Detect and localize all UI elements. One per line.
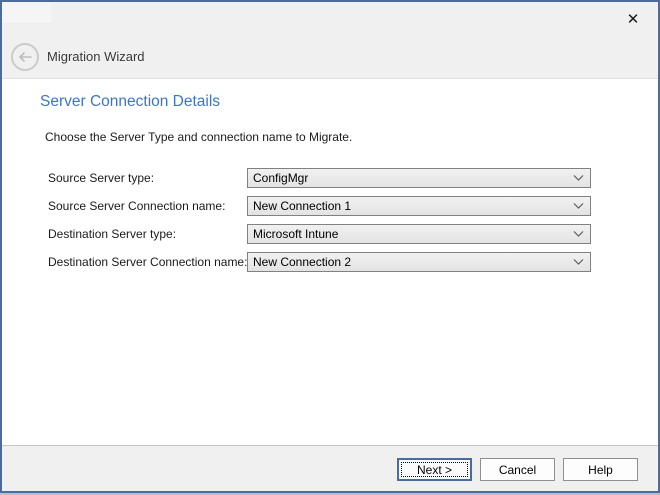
wizard-title: Migration Wizard <box>47 49 145 64</box>
dropdown-selected-value: New Connection 1 <box>248 199 351 213</box>
chevron-down-icon <box>573 203 584 210</box>
dropdown-selected-value: Microsoft Intune <box>248 227 338 241</box>
source-connection-name-dropdown[interactable]: New Connection 1 <box>247 196 591 216</box>
back-arrow-icon <box>18 52 32 62</box>
screen: ✕ Migration Wizard Server Connection Det… <box>0 0 660 495</box>
dropdown-selected-value: New Connection 2 <box>248 255 351 269</box>
migration-wizard-window: ✕ Migration Wizard Server Connection Det… <box>0 0 660 493</box>
destination-connection-name-dropdown[interactable]: New Connection 2 <box>247 252 591 272</box>
wizard-content: Server Connection Details Choose the Ser… <box>2 79 658 445</box>
cancel-button[interactable]: Cancel <box>480 458 555 481</box>
dropdown-selected-value: ConfigMgr <box>248 171 308 185</box>
field-row-source-connection-name: Source Server Connection name: New Conne… <box>2 196 658 216</box>
source-server-type-label: Source Server type: <box>48 168 154 188</box>
destination-server-type-dropdown[interactable]: Microsoft Intune <box>247 224 591 244</box>
chevron-down-icon <box>573 175 584 182</box>
close-button[interactable]: ✕ <box>614 5 652 32</box>
close-icon: ✕ <box>627 10 640 28</box>
help-button[interactable]: Help <box>563 458 638 481</box>
button-bar: Next > Cancel Help <box>2 446 658 491</box>
page-title: Server Connection Details <box>40 93 220 111</box>
next-button[interactable]: Next > <box>397 458 472 481</box>
page-description: Choose the Server Type and connection na… <box>45 130 352 144</box>
chevron-down-icon <box>573 259 584 266</box>
field-row-source-server-type: Source Server type: ConfigMgr <box>2 168 658 188</box>
titlebar-highlight <box>2 2 51 22</box>
field-row-destination-server-type: Destination Server type: Microsoft Intun… <box>2 224 658 244</box>
source-connection-name-label: Source Server Connection name: <box>48 196 225 216</box>
field-row-destination-connection-name: Destination Server Connection name: New … <box>2 252 658 272</box>
destination-connection-name-label: Destination Server Connection name: <box>48 252 247 272</box>
chevron-down-icon <box>573 231 584 238</box>
wizard-header: Migration Wizard <box>2 32 658 78</box>
source-server-type-dropdown[interactable]: ConfigMgr <box>247 168 591 188</box>
destination-server-type-label: Destination Server type: <box>48 224 176 244</box>
back-button[interactable] <box>11 43 39 71</box>
